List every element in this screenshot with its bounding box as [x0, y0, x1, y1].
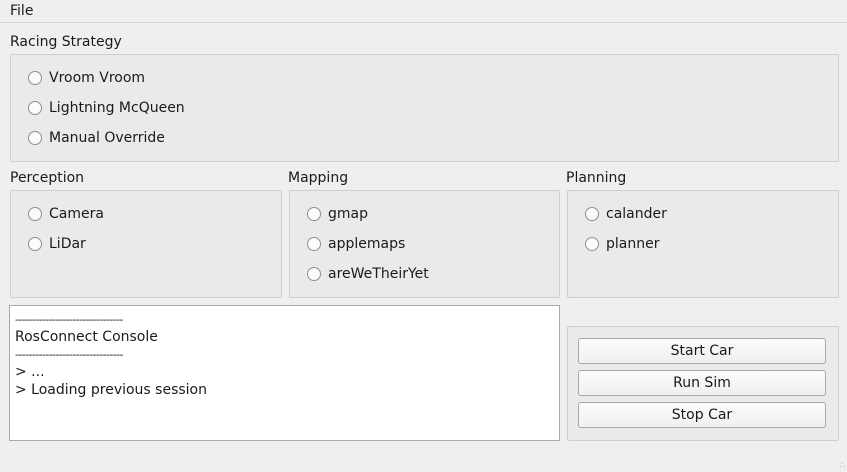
radio-button-icon [28, 131, 42, 145]
racing-strategy-group: Vroom Vroom Lightning McQueen Manual Ove… [10, 54, 839, 162]
radio-arewetheiryet[interactable]: areWeTheirYet [307, 264, 429, 284]
radio-button-icon [28, 101, 42, 115]
radio-lightning-mcqueen[interactable]: Lightning McQueen [28, 98, 185, 118]
radio-label: applemaps [328, 236, 406, 252]
radio-label: Manual Override [49, 130, 165, 146]
radio-manual-override[interactable]: Manual Override [28, 128, 165, 148]
radio-button-icon [307, 207, 321, 221]
radio-calander[interactable]: calander [585, 204, 667, 224]
planning-group: calander planner [567, 190, 839, 298]
console-title: RosConnect Console [15, 328, 158, 345]
console-output[interactable]: -------------------------------- RosConn… [9, 305, 560, 441]
radio-button-icon [28, 237, 42, 251]
radio-button-icon [585, 207, 599, 221]
radio-lidar[interactable]: LiDar [28, 234, 86, 254]
radio-applemaps[interactable]: applemaps [307, 234, 405, 254]
start-car-button[interactable]: Start Car [578, 338, 826, 364]
radio-vroom-vroom[interactable]: Vroom Vroom [28, 68, 145, 88]
stop-car-button[interactable]: Stop Car [578, 402, 826, 428]
resize-grip-icon[interactable]: ∴ [839, 462, 845, 471]
radio-button-icon [28, 207, 42, 221]
radio-button-icon [307, 267, 321, 281]
radio-button-icon [585, 237, 599, 251]
mapping-group: gmap applemaps areWeTheirYet [289, 190, 560, 298]
console-line: > ... [15, 364, 45, 381]
radio-label: LiDar [49, 236, 86, 252]
radio-gmap[interactable]: gmap [307, 204, 368, 224]
radio-planner[interactable]: planner [585, 234, 659, 254]
radio-label: gmap [328, 206, 368, 222]
radio-button-icon [28, 71, 42, 85]
radio-camera[interactable]: Camera [28, 204, 104, 224]
racing-strategy-title: Racing Strategy [10, 34, 122, 50]
mapping-title: Mapping [288, 170, 349, 186]
perception-group: Camera LiDar [10, 190, 282, 298]
radio-label: Camera [49, 206, 104, 222]
planning-title: Planning [566, 170, 627, 186]
radio-label: Lightning McQueen [49, 100, 185, 116]
perception-title: Perception [10, 170, 85, 186]
run-sim-button[interactable]: Run Sim [578, 370, 826, 396]
console-separator: -------------------------------- [15, 313, 123, 326]
radio-label: calander [606, 206, 667, 222]
console-line: > Loading previous session [15, 381, 207, 398]
radio-label: areWeTheirYet [328, 266, 429, 282]
console-separator: -------------------------------- [15, 348, 123, 362]
radio-button-icon [307, 237, 321, 251]
radio-label: planner [606, 236, 660, 252]
menu-bar: File [0, 0, 847, 23]
menu-file[interactable]: File [10, 2, 33, 20]
radio-label: Vroom Vroom [49, 70, 146, 86]
